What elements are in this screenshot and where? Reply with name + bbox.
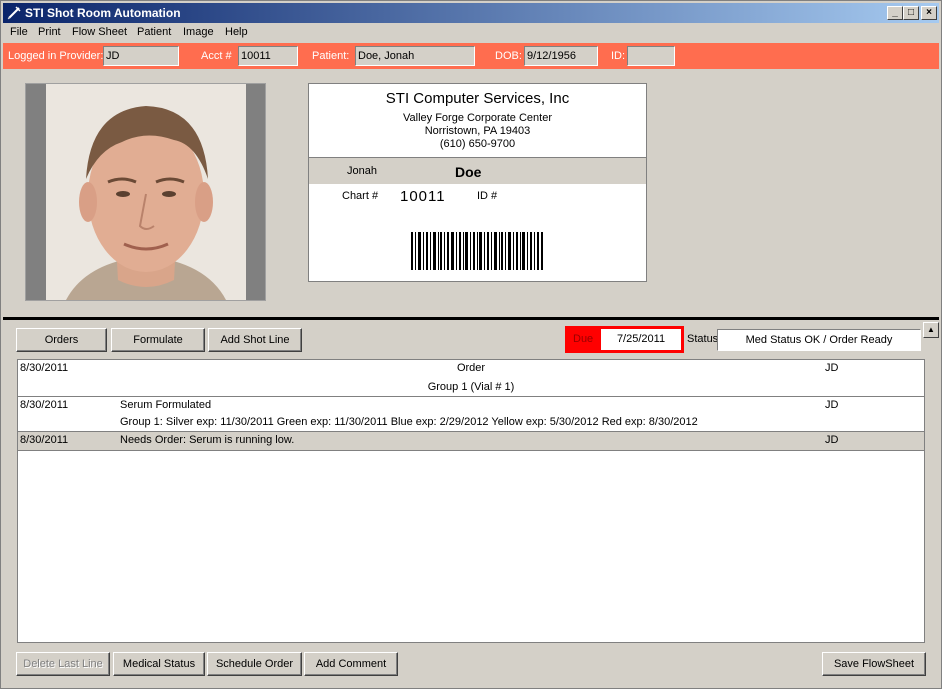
section-divider — [3, 317, 939, 320]
medical-status-button[interactable]: Medical Status — [113, 652, 205, 676]
menu-file[interactable]: File — [10, 26, 28, 38]
dob-label: DOB: — [495, 50, 522, 62]
row-detail: Group 1: Silver exp: 11/30/2011 Green ex… — [120, 416, 698, 428]
due-date-field[interactable]: 7/25/2011 — [601, 329, 681, 350]
patient-photo-frame[interactable] — [25, 83, 266, 301]
patient-id-card: STI Computer Services, Inc Valley Forge … — [308, 83, 647, 282]
list-item[interactable]: 8/30/2011 Serum Formulated Group 1: Silv… — [18, 397, 924, 432]
provider-field: JD — [103, 46, 179, 66]
menu-flow-sheet[interactable]: Flow Sheet — [72, 26, 127, 38]
patient-photo — [46, 84, 246, 300]
card-id-label: ID # — [477, 190, 498, 202]
menu-bar: File Print Flow Sheet Patient Image Help — [3, 24, 939, 42]
row-user: JD — [825, 434, 839, 446]
due-label: Due — [573, 333, 594, 345]
formulate-button[interactable]: Formulate — [111, 328, 205, 352]
row-title: Needs Order: Serum is running low. — [120, 434, 295, 446]
add-comment-button[interactable]: Add Comment — [304, 652, 398, 676]
row-user: JD — [825, 362, 839, 374]
status-label: Status — [687, 333, 719, 345]
name-bar: Jonah Doe — [309, 157, 646, 185]
add-shot-line-button[interactable]: Add Shot Line — [208, 328, 302, 352]
last-name: Doe — [455, 164, 482, 180]
chart-number: 10011 — [400, 188, 446, 205]
title-bar[interactable]: STI Shot Room Automation _ □ × — [3, 3, 939, 23]
company-address-2: Norristown, PA 19403 — [424, 125, 531, 137]
menu-image[interactable]: Image — [183, 26, 214, 38]
row-title: Serum Formulated — [120, 399, 212, 411]
chart-label: Chart # — [342, 190, 379, 202]
provider-label: Logged in Provider: — [8, 50, 104, 62]
patient-label: Patient: — [312, 50, 350, 62]
id-label: ID: — [611, 50, 626, 62]
schedule-order-button[interactable]: Schedule Order — [207, 652, 302, 676]
scroll-up-arrow-icon[interactable]: ▲ — [923, 322, 939, 338]
acct-label: Acct # — [201, 50, 232, 62]
row-date: 8/30/2011 — [20, 399, 69, 411]
main-window: STI Shot Room Automation _ □ × File Prin… — [0, 0, 942, 689]
list-item[interactable]: 8/30/2011 Order Group 1 (Vial # 1) JD — [18, 360, 924, 397]
patient-portrait-image — [46, 84, 246, 300]
menu-print[interactable]: Print — [38, 26, 61, 38]
save-flowsheet-button[interactable]: Save FlowSheet — [822, 652, 926, 676]
first-name: Jonah — [347, 165, 377, 177]
dob-field: 9/12/1956 — [524, 46, 598, 66]
company-name: STI Computer Services, Inc — [385, 90, 570, 107]
id-field — [627, 46, 675, 66]
acct-field: 10011 — [238, 46, 298, 66]
delete-last-line-button[interactable]: Delete Last Line — [16, 652, 110, 676]
barcode-image — [411, 232, 543, 270]
status-field: Med Status OK / Order Ready — [717, 329, 921, 351]
row-title: Order — [456, 362, 486, 374]
maximize-button[interactable]: □ — [903, 6, 919, 20]
menu-patient[interactable]: Patient — [137, 26, 171, 38]
flowsheet-list[interactable]: 8/30/2011 Order Group 1 (Vial # 1) JD 8/… — [17, 359, 925, 643]
close-button[interactable]: × — [921, 6, 937, 20]
company-address-1: Valley Forge Corporate Center — [403, 112, 552, 124]
list-item[interactable]: 8/30/2011 Needs Order: Serum is running … — [18, 432, 924, 451]
row-date: 8/30/2011 — [20, 434, 69, 446]
menu-help[interactable]: Help — [225, 26, 248, 38]
row-detail: Group 1 (Vial # 1) — [427, 381, 515, 393]
patient-info-bar: Logged in Provider: JD Acct # 10011 Pati… — [3, 43, 939, 69]
orders-button[interactable]: Orders — [16, 328, 107, 352]
window-title: STI Shot Room Automation — [25, 6, 181, 20]
row-user: JD — [825, 399, 839, 411]
minimize-button[interactable]: _ — [887, 6, 903, 20]
syringe-icon — [7, 6, 21, 20]
patient-field: Doe, Jonah — [355, 46, 475, 66]
company-phone: (610) 650-9700 — [439, 138, 516, 150]
due-box: Due 7/25/2011 — [565, 326, 684, 353]
